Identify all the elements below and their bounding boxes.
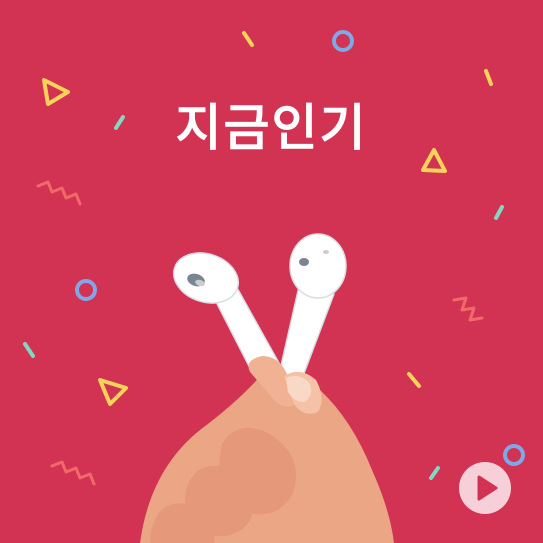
banner-title: 지금인기 [175,99,368,157]
promo-banner: 지금인기 [0,0,543,543]
play-icon [477,475,498,501]
play-button[interactable] [459,462,511,514]
hand-holding-icon [140,356,394,543]
